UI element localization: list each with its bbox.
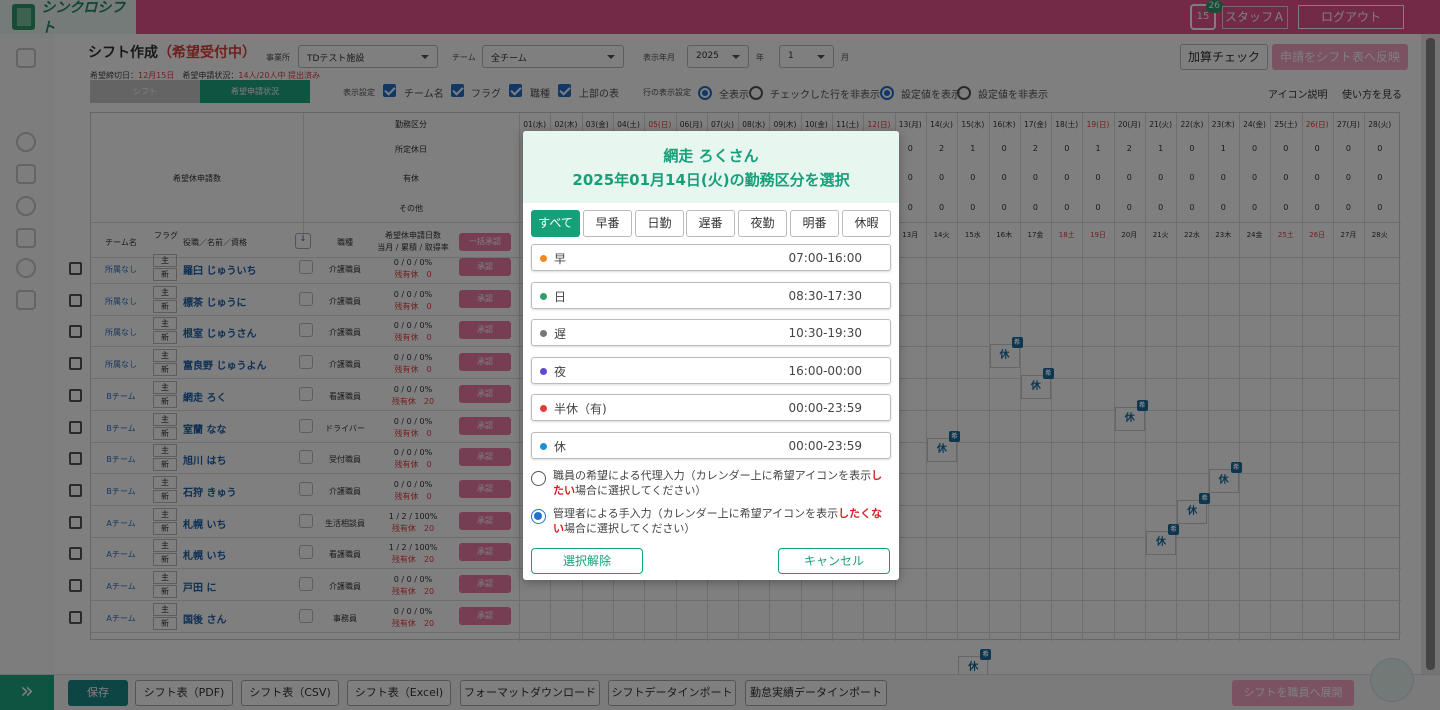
modal-title-name: 網走 ろくさん	[663, 147, 759, 165]
proxy-input-label[interactable]: 職員の希望による代理入力（カレンダー上に希望アイコンを表示したい場合に選択してく…	[553, 468, 888, 498]
manual-input-label[interactable]: 管理者による手入力（カレンダー上に希望アイコンを表示したくない場合に選択してくだ…	[553, 506, 888, 536]
mtab-late[interactable]: 遅番	[686, 210, 735, 237]
manual-input-radio[interactable]	[531, 509, 546, 524]
shift-option-name: 遅	[554, 327, 567, 341]
modal-title-date: 2025年01月14日(火)の勤務区分を選択	[572, 171, 850, 189]
clear-selection-button[interactable]: 選択解除	[531, 548, 643, 574]
shift-option-time: 07:00-16:00	[788, 251, 863, 265]
mtab-vacation[interactable]: 休暇	[842, 210, 891, 237]
mtab-all[interactable]: すべて	[531, 210, 580, 237]
shift-option[interactable]: 早 07:00-16:00	[531, 244, 891, 271]
shift-option-name: 休	[554, 439, 567, 454]
shift-option-time: 00:00-23:59	[788, 438, 863, 453]
dot-icon	[540, 367, 547, 375]
shift-option-name: 夜	[554, 364, 567, 379]
shift-option-time: 00:00-23:59	[788, 401, 863, 415]
shift-type-modal: 網走 ろくさん 2025年01月14日(火)の勤務区分を選択 すべて 早番 日勤…	[523, 131, 899, 580]
shift-option[interactable]: 日 08:30-17:30	[531, 281, 891, 309]
shift-option-time: 08:30-17:30	[788, 288, 863, 303]
cancel-button[interactable]: キャンセル	[778, 548, 890, 574]
mtab-night[interactable]: 夜勤	[738, 210, 787, 237]
shift-option-name: 半休（有)	[554, 402, 607, 416]
shift-option-time: 16:00-00:00	[788, 363, 863, 378]
modal-header: 網走 ろくさん 2025年01月14日(火)の勤務区分を選択	[523, 131, 899, 203]
mtab-after-night[interactable]: 明番	[790, 210, 839, 237]
dot-icon	[540, 255, 547, 262]
shift-option-name: 日	[554, 289, 567, 304]
mtab-day[interactable]: 日勤	[635, 210, 684, 237]
shift-option[interactable]: 半休（有) 00:00-23:59	[531, 394, 891, 421]
shift-option-time: 10:30-19:30	[788, 326, 863, 340]
shift-option[interactable]: 休 00:00-23:59	[531, 431, 891, 459]
dot-icon	[540, 330, 547, 337]
shift-option-name: 早	[554, 252, 567, 266]
proxy-input-radio[interactable]	[531, 471, 546, 486]
dot-icon	[540, 405, 547, 412]
shift-option[interactable]: 夜 16:00-00:00	[531, 356, 891, 384]
dot-icon	[540, 442, 547, 450]
dot-icon	[540, 292, 547, 300]
mtab-early[interactable]: 早番	[583, 210, 632, 237]
shift-option[interactable]: 遅 10:30-19:30	[531, 319, 891, 346]
